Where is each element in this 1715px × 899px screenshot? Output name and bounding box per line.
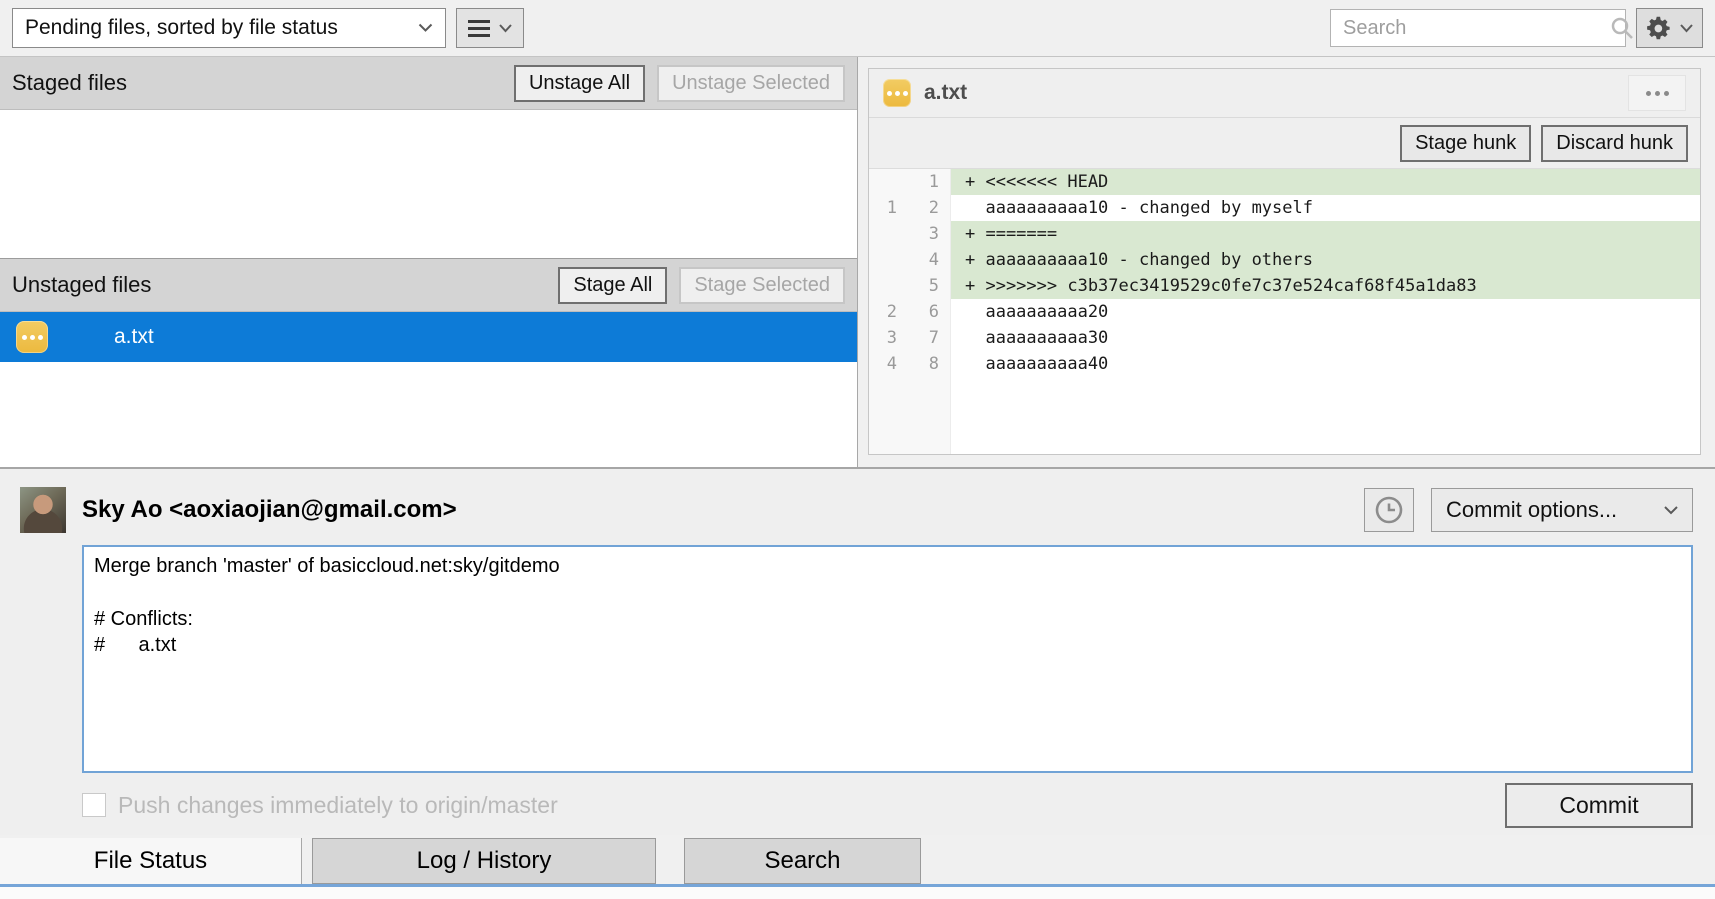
diff-line-text: + >>>>>>> c3b37ec3419529c0fe7c37e524caf6… — [951, 273, 1700, 299]
diff-line-text: + aaaaaaaaaa10 - changed by others — [951, 247, 1700, 273]
magnifier-icon — [1610, 16, 1634, 40]
settings-button[interactable] — [1636, 8, 1703, 48]
commit-button[interactable]: Commit — [1505, 783, 1693, 828]
new-line-number: 2 — [907, 195, 951, 221]
stage-all-button[interactable]: Stage All — [558, 267, 667, 304]
diff-pane: a.txt Stage hunk Discard hunk 1 + <<<<<<… — [858, 57, 1715, 467]
tab[interactable]: Search — [684, 838, 921, 884]
unstaged-file-row[interactable]: a.txt — [0, 312, 857, 362]
commit-history-button[interactable] — [1364, 488, 1414, 532]
diff-panel: a.txt Stage hunk Discard hunk 1 + <<<<<<… — [868, 68, 1701, 455]
diff-line[interactable]: 4 + aaaaaaaaaa10 - changed by others — [869, 247, 1700, 273]
gear-icon — [1646, 15, 1673, 42]
commit-options-label: Commit options... — [1446, 497, 1654, 523]
diff-line[interactable]: 5 + >>>>>>> c3b37ec3419529c0fe7c37e524ca… — [869, 273, 1700, 299]
new-line-number: 7 — [907, 325, 951, 351]
unstaged-files-list[interactable]: a.txt — [0, 312, 857, 467]
new-line-number: 1 — [907, 169, 951, 195]
unstage-selected-button[interactable]: Unstage Selected — [657, 65, 845, 102]
tab[interactable]: Log / History — [312, 838, 656, 884]
chevron-down-icon — [499, 24, 512, 33]
tabs: File Status Log / History Search — [0, 835, 1715, 884]
old-line-number: 4 — [869, 351, 907, 377]
diff-more-button[interactable] — [1628, 75, 1686, 111]
diff-line-text: aaaaaaaaaa40 — [951, 351, 1700, 377]
file-lists-pane: Staged files Unstage All Unstage Selecte… — [0, 57, 858, 467]
diff-filler — [869, 377, 1700, 454]
orange-ellipsis-badge-icon — [16, 321, 48, 353]
staged-files-list[interactable] — [0, 110, 857, 258]
file-name: a.txt — [114, 325, 154, 349]
discard-hunk-button[interactable]: Discard hunk — [1541, 125, 1688, 162]
tab[interactable]: File Status — [0, 838, 302, 884]
hamburger-icon — [468, 20, 490, 37]
author-row: Sky Ao <aoxiaojian@gmail.com> Commit opt… — [20, 487, 1693, 533]
ellipsis-icon — [1646, 91, 1651, 96]
unstage-all-button[interactable]: Unstage All — [514, 65, 645, 102]
old-line-number — [869, 221, 907, 247]
new-line-number: 5 — [907, 273, 951, 299]
diff-line[interactable]: 4 8 aaaaaaaaaa40 — [869, 351, 1700, 377]
toolbar: Pending files, sorted by file status — [0, 0, 1715, 57]
unstaged-files-title: Unstaged files — [12, 272, 546, 298]
diff-body: 1 + <<<<<<< HEAD 1 2 aaaaaaaaaa10 - chan… — [869, 169, 1700, 454]
search-box — [1330, 9, 1626, 47]
search-input[interactable] — [1341, 16, 1610, 41]
staged-files-title: Staged files — [12, 70, 502, 96]
chevron-down-icon — [1664, 506, 1678, 515]
old-line-number — [869, 169, 907, 195]
diff-lines: 1 + <<<<<<< HEAD 1 2 aaaaaaaaaa10 - chan… — [869, 169, 1700, 377]
new-line-number: 4 — [907, 247, 951, 273]
new-line-number: 8 — [907, 351, 951, 377]
diff-line-text: aaaaaaaaaa20 — [951, 299, 1700, 325]
diff-line-text: aaaaaaaaaa10 - changed by myself — [951, 195, 1700, 221]
diff-line-text: + ======= — [951, 221, 1700, 247]
old-line-number — [869, 273, 907, 299]
chevron-down-icon — [418, 23, 433, 33]
commit-author: Sky Ao <aoxiaojian@gmail.com> — [82, 496, 1364, 524]
bottom-tab-bar: File Status Log / History Search — [0, 835, 1715, 899]
old-line-number: 1 — [869, 195, 907, 221]
new-line-number: 3 — [907, 221, 951, 247]
unstaged-files-header: Unstaged files Stage All Stage Selected — [0, 258, 857, 312]
tab-bar-bottom-strip — [0, 887, 1715, 899]
diff-line[interactable]: 1 + <<<<<<< HEAD — [869, 169, 1700, 195]
diff-line-text: aaaaaaaaaa30 — [951, 325, 1700, 351]
diff-line[interactable]: 3 7 aaaaaaaaaa30 — [869, 325, 1700, 351]
stage-hunk-button[interactable]: Stage hunk — [1400, 125, 1531, 162]
diff-line[interactable]: 2 6 aaaaaaaaaa20 — [869, 299, 1700, 325]
tab-label: Log / History — [417, 847, 552, 875]
new-line-number: 6 — [907, 299, 951, 325]
view-selector-label: Pending files, sorted by file status — [25, 16, 338, 40]
avatar — [20, 487, 66, 533]
push-immediately-checkbox[interactable] — [82, 793, 106, 817]
stage-selected-button[interactable]: Stage Selected — [679, 267, 845, 304]
main-area: Staged files Unstage All Unstage Selecte… — [0, 57, 1715, 467]
commit-message-input[interactable]: Merge branch 'master' of basiccloud.net:… — [82, 545, 1693, 773]
old-line-number: 2 — [869, 299, 907, 325]
view-options-menu-button[interactable] — [456, 8, 524, 48]
commit-section: Sky Ao <aoxiaojian@gmail.com> Commit opt… — [0, 467, 1715, 835]
push-immediately-label: Push changes immediately to origin/maste… — [118, 792, 558, 819]
commit-bottom-row: Push changes immediately to origin/maste… — [82, 782, 1693, 828]
diff-line-text: + <<<<<<< HEAD — [951, 169, 1700, 195]
tab-label: Search — [764, 847, 840, 875]
orange-ellipsis-badge-icon — [883, 79, 911, 107]
diff-line[interactable]: 1 2 aaaaaaaaaa10 - changed by myself — [869, 195, 1700, 221]
diff-file-name: a.txt — [924, 81, 1615, 105]
old-line-number — [869, 247, 907, 273]
commit-options-dropdown[interactable]: Commit options... — [1431, 488, 1693, 532]
diff-file-header: a.txt — [869, 69, 1700, 118]
view-selector-dropdown[interactable]: Pending files, sorted by file status — [12, 8, 446, 48]
old-line-number: 3 — [869, 325, 907, 351]
staged-files-header: Staged files Unstage All Unstage Selecte… — [0, 57, 857, 110]
chevron-down-icon — [1680, 24, 1693, 33]
hunk-actions-bar: Stage hunk Discard hunk — [869, 118, 1700, 169]
tab-label: File Status — [94, 847, 207, 875]
diff-line[interactable]: 3 + ======= — [869, 221, 1700, 247]
clock-icon — [1374, 495, 1404, 525]
